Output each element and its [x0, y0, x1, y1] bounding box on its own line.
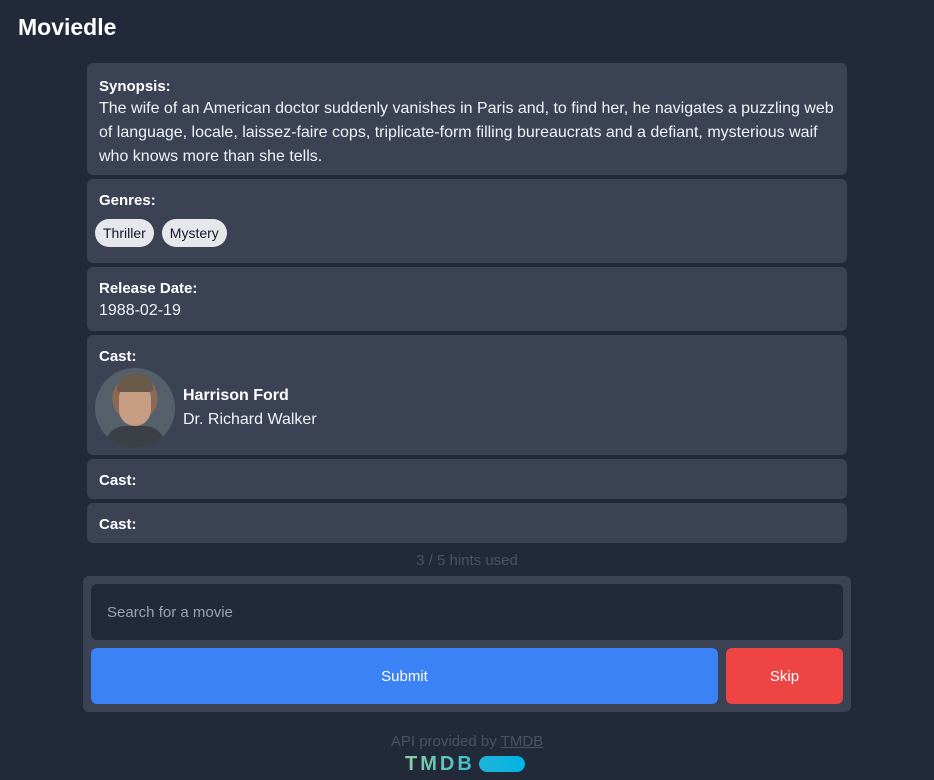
- release-date-label: Release Date:: [99, 280, 198, 297]
- search-panel: Submit Skip: [83, 576, 851, 712]
- cast-member: Harrison Ford Dr. Richard Walker: [95, 368, 317, 448]
- release-date-card: Release Date: 1988-02-19: [87, 267, 847, 331]
- synopsis-card: Synopsis: The wife of an American doctor…: [87, 63, 847, 175]
- cast-label: Cast:: [99, 516, 137, 533]
- genre-chip: Mystery: [161, 219, 227, 247]
- genre-chip: Thriller: [95, 219, 154, 247]
- release-date-value: 1988-02-19: [99, 302, 181, 319]
- cast-card: Cast:: [87, 459, 847, 499]
- submit-button[interactable]: Submit: [91, 648, 718, 704]
- cast-label: Cast:: [99, 472, 137, 489]
- app-title: Moviedle: [18, 14, 117, 40]
- synopsis-label: Synopsis:: [99, 78, 171, 95]
- cast-card: Cast:: [87, 503, 847, 543]
- tmdb-logo: TMDB: [405, 753, 525, 775]
- cast-label: Cast:: [99, 348, 137, 365]
- cast-character-name: Dr. Richard Walker: [183, 411, 317, 428]
- genre-list: Thriller Mystery: [95, 219, 227, 247]
- synopsis-text: The wife of an American doctor suddenly …: [99, 100, 834, 165]
- tmdb-logo-text: TMDB: [405, 752, 475, 775]
- skip-button[interactable]: Skip: [726, 648, 843, 704]
- cast-info: Harrison Ford Dr. Richard Walker: [183, 384, 317, 432]
- footer-prefix: API provided by: [390, 733, 497, 750]
- genres-label: Genres:: [99, 192, 156, 209]
- cast-actor-name: Harrison Ford: [183, 387, 289, 404]
- tmdb-logo-icon: [478, 756, 525, 772]
- footer-attribution: API provided by TMDB: [0, 733, 934, 750]
- search-input[interactable]: [91, 584, 843, 640]
- hints-used-counter: 3 / 5 hints used: [416, 552, 518, 569]
- cast-card: Cast: Harrison Ford Dr. Richard Walker: [87, 335, 847, 455]
- actor-avatar: [95, 368, 175, 448]
- tmdb-link[interactable]: TMDB: [501, 733, 544, 750]
- genres-card: Genres: Thriller Mystery: [87, 179, 847, 263]
